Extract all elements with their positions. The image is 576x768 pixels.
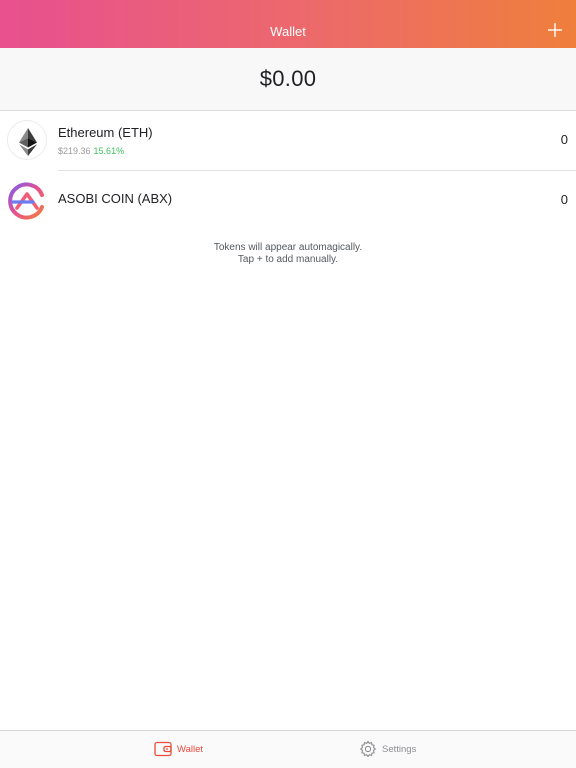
token-row-abx[interactable]: ASOBI COIN (ABX) 0 — [0, 171, 576, 229]
hint-line-2: Tap + to add manually. — [237, 254, 339, 265]
token-price-info: $219.36 15.61% — [58, 146, 124, 156]
token-row-eth[interactable]: Ethereum (ETH) $219.36 15.61% 0 — [0, 111, 576, 171]
empty-hint: Tokens will appear automagically. Tap + … — [0, 242, 576, 266]
tab-bar: Wallet Settings — [0, 730, 576, 768]
plus-icon — [548, 23, 562, 37]
hint-line-1: Tokens will appear automagically. — [213, 242, 363, 253]
total-balance-panel: $0.00 — [0, 48, 576, 111]
wallet-app: Wallet $0.00 Ethereum (ETH) $219.36 15.6… — [0, 0, 576, 768]
nav-title-container: Wallet — [0, 0, 576, 48]
tab-settings[interactable]: Settings — [359, 731, 429, 768]
token-name: ASOBI COIN (ABX) — [58, 191, 173, 206]
tab-wallet[interactable]: Wallet — [154, 731, 214, 768]
gear-icon — [359, 740, 377, 758]
token-price: $219.36 — [58, 146, 91, 156]
wallet-icon — [154, 741, 172, 757]
total-balance: $0.00 — [259, 66, 317, 91]
token-balance: 0 — [560, 132, 568, 147]
token-balance: 0 — [560, 192, 568, 207]
token-change: 15.61% — [93, 146, 125, 156]
ethereum-icon — [7, 120, 47, 160]
page-title: Wallet — [270, 24, 306, 39]
tab-label: Wallet — [177, 744, 204, 755]
tab-label: Settings — [382, 744, 417, 755]
navigation-bar: Wallet — [0, 0, 576, 48]
token-name: Ethereum (ETH) — [58, 125, 153, 140]
add-token-button[interactable] — [546, 21, 564, 39]
asobi-coin-icon — [7, 181, 47, 221]
